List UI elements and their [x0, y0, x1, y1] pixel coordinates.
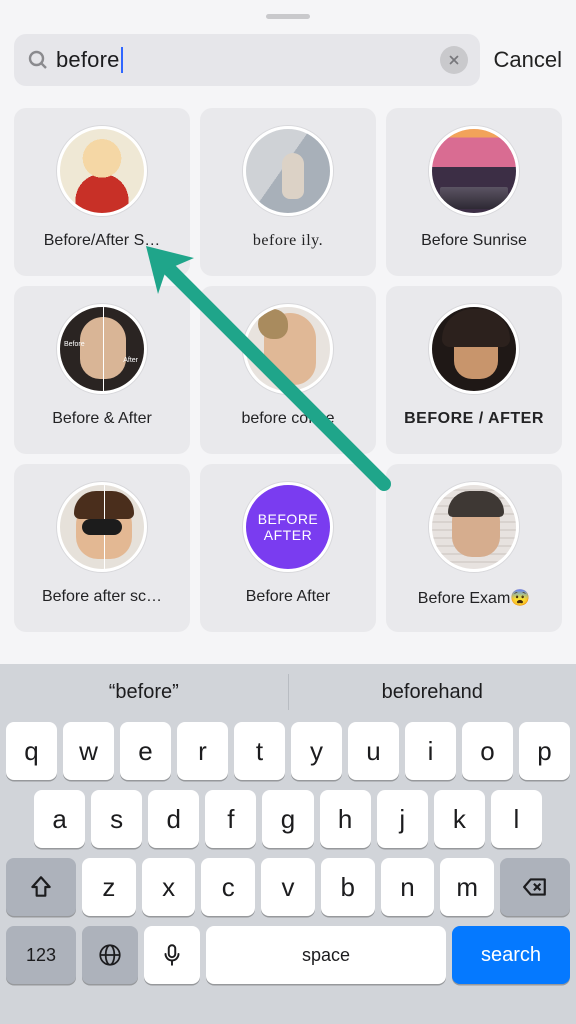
key-d[interactable]: d: [148, 790, 199, 848]
keyboard: “before” beforehand q w e r t y u i o p …: [0, 664, 576, 1024]
key-u[interactable]: u: [348, 722, 399, 780]
result-label: before ily.: [253, 232, 323, 250]
key-r[interactable]: r: [177, 722, 228, 780]
result-label: before coffee: [241, 410, 334, 428]
search-input-text: before: [56, 47, 120, 73]
key-v[interactable]: v: [261, 858, 315, 916]
result-label: Before Exam😨: [418, 588, 530, 608]
key-b[interactable]: b: [321, 858, 375, 916]
avatar: [429, 126, 519, 216]
search-icon: [26, 48, 50, 72]
search-field[interactable]: before: [14, 34, 480, 86]
key-backspace[interactable]: [500, 858, 570, 916]
cancel-button[interactable]: Cancel: [494, 47, 562, 73]
avatar: BEFORE AFTER: [243, 482, 333, 572]
key-i[interactable]: i: [405, 722, 456, 780]
key-k[interactable]: k: [434, 790, 485, 848]
key-h[interactable]: h: [320, 790, 371, 848]
result-before-sunrise[interactable]: Before Sunrise: [386, 108, 562, 276]
results-grid: Before/After S… before ily. Before Sunri…: [14, 108, 562, 632]
result-label: Before & After: [52, 410, 152, 428]
key-a[interactable]: a: [34, 790, 85, 848]
key-mic[interactable]: [144, 926, 200, 984]
drag-handle[interactable]: [266, 14, 310, 19]
avatar: [243, 304, 333, 394]
key-p[interactable]: p: [519, 722, 570, 780]
key-l[interactable]: l: [491, 790, 542, 848]
key-search[interactable]: search: [452, 926, 570, 984]
suggestion-2[interactable]: beforehand: [288, 674, 576, 710]
key-123[interactable]: 123: [6, 926, 76, 984]
key-globe[interactable]: [82, 926, 138, 984]
keyboard-suggestions: “before” beforehand: [0, 664, 576, 720]
result-before-exam[interactable]: Before Exam😨: [386, 464, 562, 632]
key-f[interactable]: f: [205, 790, 256, 848]
search-input[interactable]: before: [56, 47, 440, 73]
avatar: [429, 304, 519, 394]
result-label: Before After: [246, 588, 331, 606]
key-o[interactable]: o: [462, 722, 513, 780]
avatar: BeforeAfter: [57, 304, 147, 394]
result-before-and-after[interactable]: BeforeAfter Before & After: [14, 286, 190, 454]
key-y[interactable]: y: [291, 722, 342, 780]
avatar: [429, 482, 519, 572]
result-label: Before/After S…: [44, 232, 161, 250]
result-before-slash-after[interactable]: BEFORE / AFTER: [386, 286, 562, 454]
result-label: BEFORE / AFTER: [404, 410, 544, 428]
result-before-after-s[interactable]: Before/After S…: [14, 108, 190, 276]
key-x[interactable]: x: [142, 858, 196, 916]
suggestion-1[interactable]: “before”: [0, 664, 288, 720]
key-m[interactable]: m: [440, 858, 494, 916]
result-label: Before Sunrise: [421, 232, 527, 250]
key-t[interactable]: t: [234, 722, 285, 780]
avatar: [57, 482, 147, 572]
key-shift[interactable]: [6, 858, 76, 916]
key-space[interactable]: space: [206, 926, 446, 984]
result-before-coffee[interactable]: before coffee: [200, 286, 376, 454]
key-q[interactable]: q: [6, 722, 57, 780]
key-j[interactable]: j: [377, 790, 428, 848]
avatar: [243, 126, 333, 216]
result-before-ily[interactable]: before ily.: [200, 108, 376, 276]
key-w[interactable]: w: [63, 722, 114, 780]
key-e[interactable]: e: [120, 722, 171, 780]
key-g[interactable]: g: [262, 790, 313, 848]
clear-search-button[interactable]: [440, 46, 468, 74]
key-s[interactable]: s: [91, 790, 142, 848]
key-n[interactable]: n: [381, 858, 435, 916]
result-label: Before after sc…: [42, 588, 162, 606]
key-z[interactable]: z: [82, 858, 136, 916]
result-before-after-sc[interactable]: Before after sc…: [14, 464, 190, 632]
result-before-after[interactable]: BEFORE AFTER Before After: [200, 464, 376, 632]
key-c[interactable]: c: [201, 858, 255, 916]
avatar: [57, 126, 147, 216]
